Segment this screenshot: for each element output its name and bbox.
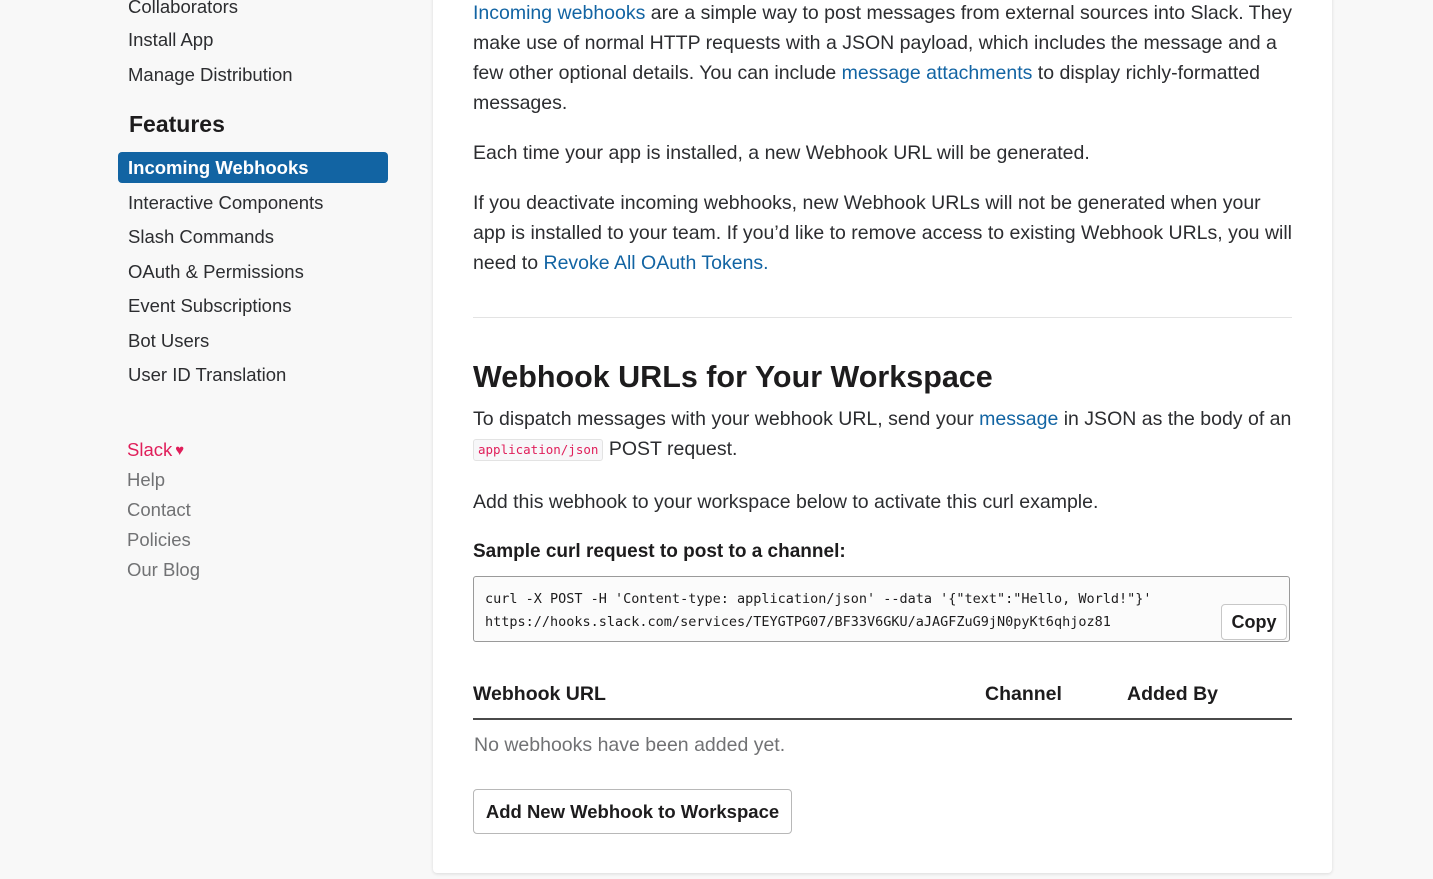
dispatch-text-3: POST request. [603,438,738,460]
features-heading: Features [129,111,225,137]
section-divider [473,317,1292,318]
curl-code-block: curl -X POST -H 'Content-type: applicati… [473,576,1290,642]
column-header-channel: Channel [985,683,1062,705]
dispatch-text-1: To dispatch messages with your webhook U… [473,408,980,430]
content-type-code: application/json [473,439,604,461]
code-line: curl -X POST -H 'Content-type: applicati… [485,591,1152,607]
sidebar-item-bot-users[interactable]: Bot Users [128,329,209,353]
column-header-added-by: Added By [1127,683,1219,705]
footer-slack-label: Slack [127,439,173,460]
dispatch-paragraph: To dispatch messages with your webhook U… [473,404,1298,464]
sample-curl-heading: Sample curl request to post to a channel… [473,541,846,562]
sidebar: Collaborators Install App Manage Distrib… [0,0,432,879]
add-webhook-button[interactable]: Add New Webhook to Workspace [473,789,792,834]
footer-contact-link[interactable]: Contact [127,498,191,522]
footer-blog-link[interactable]: Our Blog [127,558,200,582]
install-paragraph: Each time your app is installed, a new W… [473,142,1090,164]
sidebar-item-install-app[interactable]: Install App [128,28,213,52]
column-header-webhook-url: Webhook URL [473,683,606,705]
empty-webhooks-message: No webhooks have been added yet. [474,734,786,756]
footer-help-link[interactable]: Help [127,468,165,492]
intro-paragraph: Incoming webhooks are a simple way to po… [473,0,1298,118]
dispatch-text-2: in JSON as the body of an [1058,408,1292,430]
revoke-tokens-link[interactable]: Revoke All OAuth Tokens. [543,252,768,274]
footer-policies-link[interactable]: Policies [127,528,191,552]
copy-button[interactable]: Copy [1221,604,1287,640]
incoming-webhooks-link[interactable]: Incoming webhooks [473,2,645,24]
sidebar-item-oauth-permissions[interactable]: OAuth & Permissions [128,260,304,284]
code-line: https://hooks.slack.com/services/TEYGTPG… [485,614,1111,630]
table-header-rule [473,718,1292,720]
deactivate-paragraph: If you deactivate incoming webhooks, new… [473,188,1298,278]
message-attachments-link[interactable]: message attachments [842,62,1033,84]
footer-slack-link[interactable]: Slack ♥ [127,438,184,463]
sidebar-item-label: Incoming Webhooks [128,157,309,178]
sidebar-item-slash-commands[interactable]: Slash Commands [128,225,274,249]
sidebar-item-interactive-components[interactable]: Interactive Components [128,191,323,215]
message-link[interactable]: message [979,408,1058,430]
sidebar-item-event-subscriptions[interactable]: Event Subscriptions [128,294,292,318]
sidebar-item-collaborators[interactable]: Collaborators [128,0,238,19]
sidebar-item-manage-distribution[interactable]: Manage Distribution [128,63,293,87]
section-title: Webhook URLs for Your Workspace [473,360,993,394]
sidebar-item-user-id-translation[interactable]: User ID Translation [128,363,286,387]
add-webhook-paragraph: Add this webhook to your workspace below… [473,491,1099,513]
sidebar-item-incoming-webhooks[interactable]: Incoming Webhooks [118,152,388,183]
heart-icon: ♥ [175,442,185,459]
